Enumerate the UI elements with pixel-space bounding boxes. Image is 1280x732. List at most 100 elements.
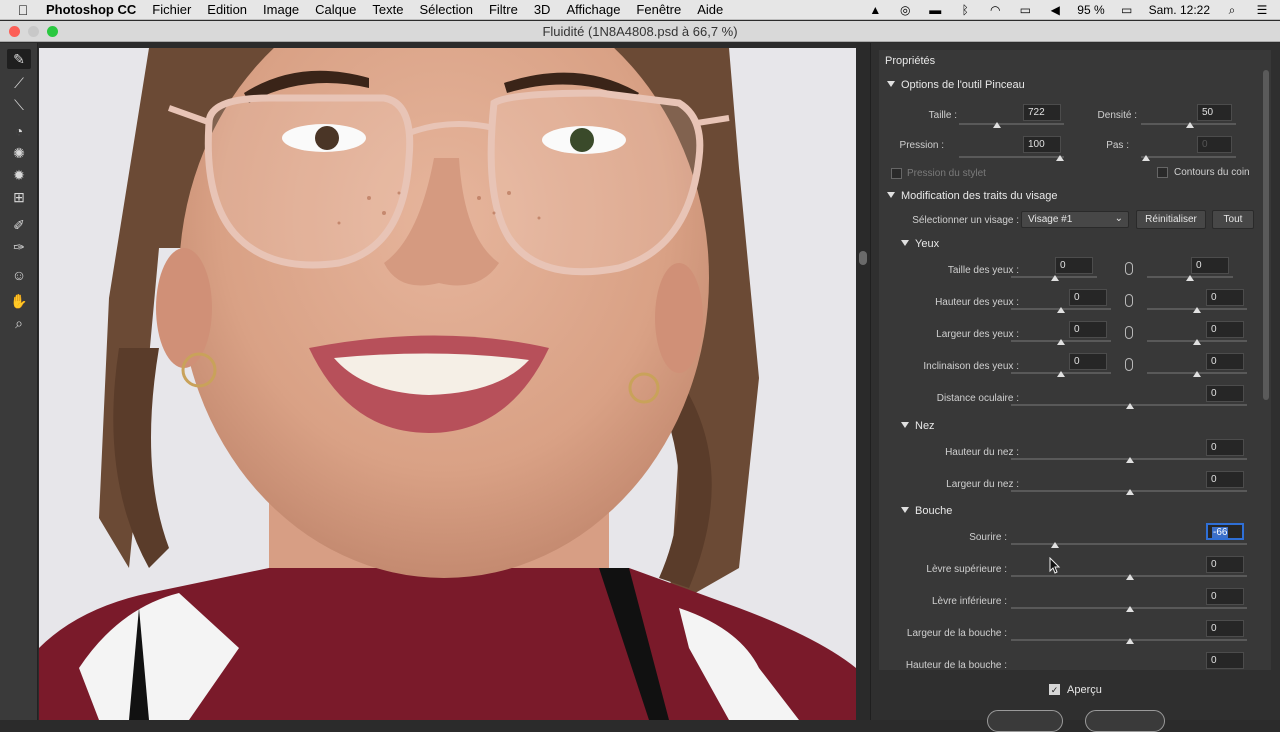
collapse-triangle-icon[interactable]	[901, 240, 909, 246]
menubar-clock[interactable]: Sam. 12:22	[1149, 3, 1210, 17]
menu-fenetre[interactable]: Fenêtre	[636, 2, 681, 17]
liquify-canvas[interactable]	[39, 48, 856, 720]
section-eyes[interactable]: Yeux	[901, 238, 939, 250]
forward-warp-tool-icon[interactable]: ✎	[7, 49, 31, 69]
mouth-height-input[interactable]: 0	[1206, 652, 1244, 669]
smile-input[interactable]: -66	[1206, 523, 1244, 540]
reconstruct-tool-icon[interactable]: ⟋	[7, 73, 31, 93]
eye-size-left-knob[interactable]	[1051, 275, 1059, 281]
pression-slider-track[interactable]	[959, 156, 1064, 158]
section-brush-options[interactable]: Options de l'outil Pinceau	[887, 79, 1025, 91]
eye-tilt-left-knob[interactable]	[1057, 371, 1065, 377]
eye-height-left-input[interactable]: 0	[1069, 289, 1107, 306]
menu-texte[interactable]: Texte	[372, 2, 403, 17]
taille-slider-knob[interactable]	[993, 122, 1001, 128]
eye-height-left-knob[interactable]	[1057, 307, 1065, 313]
face-tool-icon[interactable]: ☺	[7, 265, 31, 285]
hand-tool-icon[interactable]: ✋	[7, 291, 31, 311]
menu-aide[interactable]: Aide	[697, 2, 723, 17]
link-eyes-icon[interactable]	[1125, 262, 1133, 275]
bloat-tool-icon[interactable]: ✹	[7, 165, 31, 185]
apple-icon[interactable]: 	[0, 2, 46, 18]
ok-button[interactable]	[1085, 710, 1165, 732]
eye-size-right-input[interactable]: 0	[1191, 257, 1229, 274]
eye-size-left-input[interactable]: 0	[1055, 257, 1093, 274]
reset-button[interactable]: Réinitialiser	[1136, 210, 1206, 229]
smile-track[interactable]	[1011, 543, 1247, 545]
smile-knob[interactable]	[1051, 542, 1059, 548]
panel-scroll-thumb[interactable]	[1263, 70, 1269, 400]
volume-icon[interactable]: ◀	[1047, 3, 1063, 17]
push-left-tool-icon[interactable]: ⊞	[7, 187, 31, 207]
eye-distance-input[interactable]: 0	[1206, 385, 1244, 402]
eye-height-right-knob[interactable]	[1193, 307, 1201, 313]
panel-scrollbar[interactable]	[1263, 60, 1269, 620]
airplay-icon[interactable]: ▭	[1017, 3, 1033, 17]
display-icon[interactable]: ▬	[927, 3, 943, 17]
eye-height-right-input[interactable]: 0	[1206, 289, 1244, 306]
smooth-tool-icon[interactable]: ⟍	[7, 95, 31, 115]
pucker-tool-icon[interactable]: ✺	[7, 143, 31, 163]
link-eyes-icon[interactable]	[1125, 358, 1133, 371]
cancel-button[interactable]	[987, 710, 1063, 732]
pression-slider-knob[interactable]	[1056, 155, 1064, 161]
eye-tilt-right-input[interactable]: 0	[1206, 353, 1244, 370]
eye-width-right-input[interactable]: 0	[1206, 321, 1244, 338]
menu-3d[interactable]: 3D	[534, 2, 551, 17]
creative-cloud-icon[interactable]: ◎	[897, 3, 913, 17]
menu-affichage[interactable]: Affichage	[566, 2, 620, 17]
canvas-scroll-thumb[interactable]	[859, 251, 867, 265]
collapse-triangle-icon[interactable]	[901, 507, 909, 513]
collapse-triangle-icon[interactable]	[887, 81, 895, 87]
menu-filtre[interactable]: Filtre	[489, 2, 518, 17]
pression-stylet-checkbox[interactable]	[891, 168, 902, 179]
mouth-width-knob[interactable]	[1126, 638, 1134, 644]
nose-width-knob[interactable]	[1126, 489, 1134, 495]
bluetooth-icon[interactable]: ᛒ	[957, 3, 973, 17]
menu-calque[interactable]: Calque	[315, 2, 356, 17]
collapse-triangle-icon[interactable]	[887, 192, 895, 198]
menu-image[interactable]: Image	[263, 2, 299, 17]
all-button[interactable]: Tout	[1212, 210, 1254, 229]
eye-tilt-right-knob[interactable]	[1193, 371, 1201, 377]
collapse-triangle-icon[interactable]	[901, 422, 909, 428]
twirl-tool-icon[interactable]: ◔	[7, 121, 31, 141]
section-mouth[interactable]: Bouche	[901, 505, 952, 517]
upper-lip-knob[interactable]	[1126, 574, 1134, 580]
menu-edition[interactable]: Edition	[207, 2, 247, 17]
nose-width-input[interactable]: 0	[1206, 471, 1244, 488]
canvas-scrollbar[interactable]	[856, 43, 870, 720]
lower-lip-knob[interactable]	[1126, 606, 1134, 612]
section-nose[interactable]: Nez	[901, 420, 935, 432]
wifi-icon[interactable]: ◠	[987, 3, 1003, 17]
menu-selection[interactable]: Sélection	[419, 2, 472, 17]
select-face-dropdown[interactable]: Visage #1 ⌄	[1021, 211, 1129, 228]
upper-lip-input[interactable]: 0	[1206, 556, 1244, 573]
densite-slider-knob[interactable]	[1186, 122, 1194, 128]
taille-slider-track[interactable]	[959, 123, 1064, 125]
zoom-tool-icon[interactable]: ⌕	[7, 313, 31, 333]
freeze-mask-tool-icon[interactable]: ✐	[7, 215, 31, 235]
thaw-mask-tool-icon[interactable]: ✑	[7, 237, 31, 257]
eye-width-left-input[interactable]: 0	[1069, 321, 1107, 338]
vlc-cone-icon[interactable]: ▲	[867, 3, 883, 17]
contours-coin-checkbox[interactable]	[1157, 167, 1168, 178]
densite-input[interactable]: 50	[1197, 104, 1232, 121]
section-face-aware[interactable]: Modification des traits du visage	[887, 190, 1058, 202]
pression-input[interactable]: 100	[1023, 136, 1061, 153]
menu-fichier[interactable]: Fichier	[152, 2, 191, 17]
nose-height-knob[interactable]	[1126, 457, 1134, 463]
eye-size-right-knob[interactable]	[1186, 275, 1194, 281]
eye-width-right-knob[interactable]	[1193, 339, 1201, 345]
eye-tilt-left-input[interactable]: 0	[1069, 353, 1107, 370]
taille-input[interactable]: 722	[1023, 104, 1061, 121]
properties-scroll-area[interactable]: Propriétés Options de l'outil Pinceau Ta…	[879, 50, 1271, 670]
lower-lip-input[interactable]: 0	[1206, 588, 1244, 605]
spotlight-search-icon[interactable]: ⌕	[1224, 3, 1240, 17]
link-eyes-icon[interactable]	[1125, 326, 1133, 339]
notification-center-icon[interactable]: ☰	[1254, 3, 1270, 17]
battery-icon[interactable]: ▭	[1119, 3, 1135, 17]
preview-checkbox[interactable]: ✓	[1049, 684, 1060, 695]
mouth-width-input[interactable]: 0	[1206, 620, 1244, 637]
eye-distance-knob[interactable]	[1126, 403, 1134, 409]
